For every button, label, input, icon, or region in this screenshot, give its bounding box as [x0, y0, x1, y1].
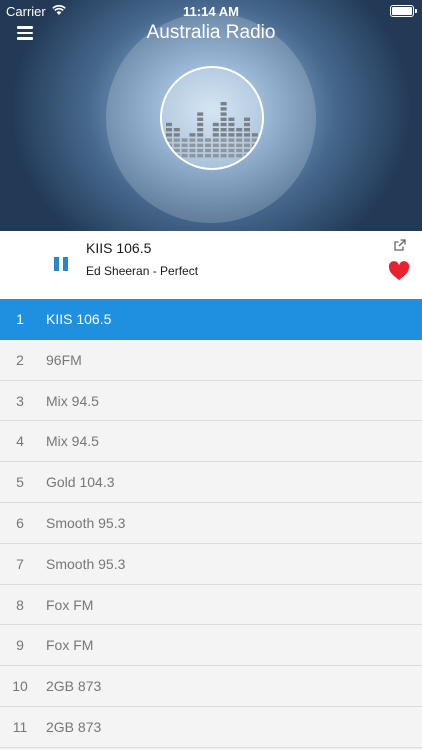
station-name: Smooth 95.3 — [46, 514, 126, 531]
station-row[interactable]: 1 KIIS 106.5 — [0, 299, 422, 340]
station-number: 6 — [16, 514, 24, 531]
station-list: 1 KIIS 106.5 2 96FM 3 Mix 94.5 4 Mix 94.5 5 Gold … — [0, 299, 422, 748]
pause-icon — [54, 257, 59, 271]
station-number: 4 — [16, 433, 24, 450]
station-number: 7 — [16, 555, 24, 572]
station-row[interactable]: 10 2GB 873 — [0, 666, 422, 707]
station-row[interactable]: 9 Fox FM — [0, 625, 422, 667]
station-number: 5 — [16, 474, 24, 491]
station-number: 2 — [16, 351, 24, 368]
station-number: 11 — [12, 718, 28, 735]
now-playing-track: Ed Sheeran - Perfect — [86, 264, 199, 278]
now-playing-station: KIIS 106.5 — [86, 240, 152, 256]
battery-icon — [390, 5, 417, 17]
station-name: 2GB 873 — [46, 718, 102, 735]
station-number: 9 — [16, 637, 24, 654]
station-row[interactable]: 6 Smooth 95.3 — [0, 502, 422, 544]
station-name: Fox FM — [46, 596, 94, 613]
station-number: 10 — [12, 678, 28, 695]
station-name: Gold 104.3 — [46, 474, 115, 491]
station-row[interactable]: 5 Gold 104.3 — [0, 462, 422, 503]
station-number: 8 — [16, 596, 24, 613]
station-number: 3 — [16, 392, 24, 409]
pause-button[interactable] — [52, 255, 70, 273]
header-banner: Carrier 11:14 AM Australia Radio — [0, 0, 422, 231]
station-name: 2GB 873 — [46, 678, 102, 695]
station-name: Mix 94.5 — [46, 392, 99, 409]
station-logo — [160, 66, 264, 170]
station-row[interactable]: 8 Fox FM — [0, 584, 422, 626]
now-playing-bar: KIIS 106.5 Ed Sheeran - Perfect — [0, 231, 422, 299]
station-name: Mix 94.5 — [46, 433, 99, 450]
station-row[interactable]: 11 2GB 873 — [0, 706, 422, 748]
station-name: KIIS 106.5 — [46, 311, 112, 327]
station-row[interactable]: 3 Mix 94.5 — [0, 380, 422, 422]
station-name: Smooth 95.3 — [46, 555, 126, 572]
heart-icon[interactable] — [388, 261, 410, 281]
station-row[interactable]: 2 96FM — [0, 339, 422, 381]
station-name: Fox FM — [46, 637, 94, 654]
station-row[interactable]: 4 Mix 94.5 — [0, 421, 422, 463]
station-name: 96FM — [46, 351, 82, 368]
equalizer-logo-icon — [166, 102, 258, 158]
station-number: 1 — [16, 311, 24, 327]
station-row[interactable]: 7 Smooth 95.3 — [0, 543, 422, 585]
share-external-icon[interactable] — [394, 239, 406, 251]
